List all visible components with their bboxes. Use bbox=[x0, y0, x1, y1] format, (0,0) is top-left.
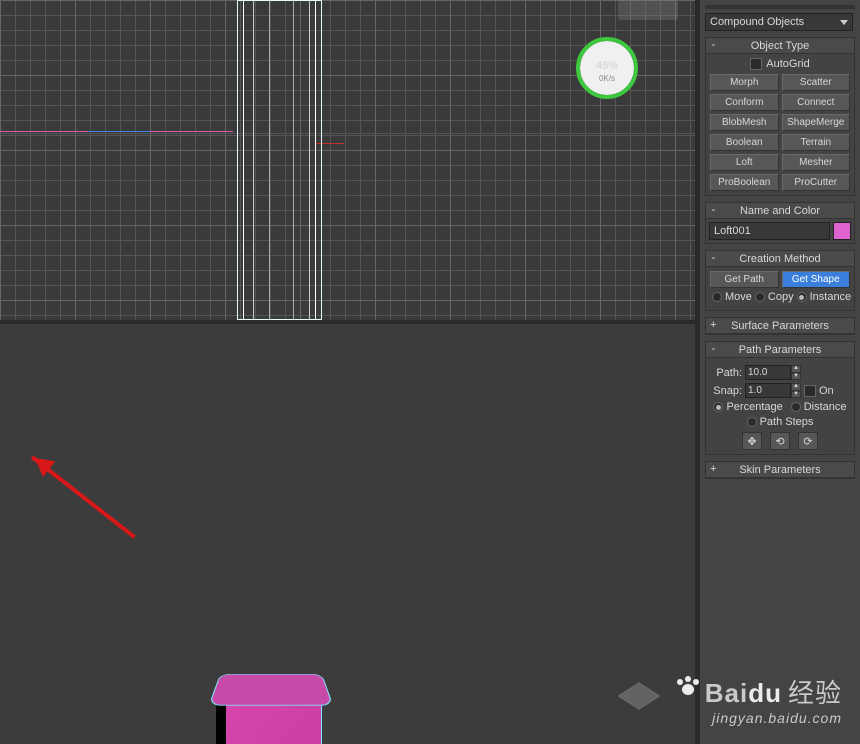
boolean-button[interactable]: Boolean bbox=[710, 134, 779, 151]
collapse-icon: - bbox=[710, 253, 717, 265]
spin-up-icon[interactable]: ▲ bbox=[791, 365, 801, 373]
color-swatch[interactable] bbox=[833, 222, 851, 240]
snap-input[interactable] bbox=[745, 383, 791, 398]
watermark: Baidu经验 jingyan.baidu.com bbox=[675, 673, 842, 726]
gauge-value: 45 bbox=[596, 60, 608, 72]
rollout-creation-method: - Creation Method Get Path Get Shape Mov… bbox=[705, 250, 855, 311]
snap-label: Snap: bbox=[712, 385, 742, 397]
collapse-icon: - bbox=[710, 344, 717, 356]
selection-bracket bbox=[237, 0, 322, 320]
instance-radio[interactable] bbox=[797, 292, 807, 302]
path-spinner[interactable]: ▲▼ bbox=[745, 365, 801, 380]
procutter-button[interactable]: ProCutter bbox=[782, 174, 851, 191]
spin-down-icon[interactable]: ▼ bbox=[791, 391, 801, 399]
paw-icon bbox=[675, 674, 701, 696]
conform-button[interactable]: Conform bbox=[710, 94, 779, 111]
axis-line bbox=[0, 133, 695, 134]
command-panel: Compound Objects - Object Type AutoGrid … bbox=[700, 0, 860, 744]
terrain-button[interactable]: Terrain bbox=[782, 134, 851, 151]
category-dropdown[interactable]: Compound Objects bbox=[705, 13, 853, 31]
viewcube[interactable] bbox=[618, 0, 678, 20]
loft-object-cap bbox=[208, 674, 333, 706]
copy-radio[interactable] bbox=[755, 292, 765, 302]
pick-shape-button[interactable]: ✥ bbox=[742, 432, 762, 450]
scatter-button[interactable]: Scatter bbox=[782, 74, 851, 91]
path-steps-radio[interactable] bbox=[747, 417, 757, 427]
rollout-title: Skin Parameters bbox=[739, 464, 820, 476]
path-label: Path: bbox=[712, 367, 742, 379]
proboolean-button[interactable]: ProBoolean bbox=[710, 174, 779, 191]
gauge-sub: 0K/s bbox=[599, 74, 615, 83]
next-shape-button[interactable]: ⟳ bbox=[798, 432, 818, 450]
get-shape-button[interactable]: Get Shape bbox=[782, 271, 851, 288]
connect-button[interactable]: Connect bbox=[782, 94, 851, 111]
distance-radio[interactable] bbox=[791, 402, 801, 412]
viewport-perspective[interactable] bbox=[0, 320, 695, 744]
rollout-header[interactable]: - Name and Color bbox=[706, 203, 854, 219]
rollout-title: Surface Parameters bbox=[731, 320, 829, 332]
shapemerge-button[interactable]: ShapeMerge bbox=[782, 114, 851, 131]
rollout-title: Creation Method bbox=[739, 253, 820, 265]
rollout-title: Object Type bbox=[751, 40, 810, 52]
move-radio[interactable] bbox=[712, 292, 722, 302]
snap-on-checkbox[interactable] bbox=[804, 385, 816, 397]
viewcube[interactable] bbox=[613, 681, 665, 723]
rollout-path-parameters: - Path Parameters Path: ▲▼ Snap: ▲▼ On bbox=[705, 341, 855, 455]
snap-spinner[interactable]: ▲▼ bbox=[745, 383, 801, 398]
prev-shape-button[interactable]: ⟲ bbox=[770, 432, 790, 450]
rollout-name-color: - Name and Color Loft001 bbox=[705, 202, 855, 244]
on-label: On bbox=[819, 385, 834, 397]
autogrid-checkbox[interactable] bbox=[750, 58, 762, 70]
rollout-header[interactable]: - Object Type bbox=[706, 38, 854, 54]
collapse-icon: - bbox=[710, 205, 717, 217]
rollout-header[interactable]: + Skin Parameters bbox=[706, 462, 854, 478]
rollout-object-type: - Object Type AutoGrid MorphScatterConfo… bbox=[705, 37, 855, 196]
mesher-button[interactable]: Mesher bbox=[782, 154, 851, 171]
expand-icon: + bbox=[710, 320, 717, 332]
path-input[interactable] bbox=[745, 365, 791, 380]
percentage-radio[interactable] bbox=[713, 402, 723, 412]
spin-up-icon[interactable]: ▲ bbox=[791, 383, 801, 391]
watermark-url: jingyan.baidu.com bbox=[675, 710, 842, 726]
rollout-surface-parameters: + Surface Parameters bbox=[705, 317, 855, 335]
get-path-button[interactable]: Get Path bbox=[710, 271, 779, 288]
rollout-header[interactable]: - Creation Method bbox=[706, 251, 854, 267]
autogrid-label: AutoGrid bbox=[766, 58, 809, 70]
collapse-icon: - bbox=[710, 40, 717, 52]
rollout-header[interactable]: - Path Parameters bbox=[706, 342, 854, 358]
spin-down-icon[interactable]: ▼ bbox=[791, 373, 801, 381]
blobmesh-button[interactable]: BlobMesh bbox=[710, 114, 779, 131]
morph-button[interactable]: Morph bbox=[710, 74, 779, 91]
rollout-header[interactable]: + Surface Parameters bbox=[706, 318, 854, 334]
object-name-input[interactable]: Loft001 bbox=[709, 222, 830, 240]
viewport-front[interactable]: 45% 0K/s bbox=[0, 0, 695, 320]
shape-edge-blue bbox=[88, 131, 150, 132]
rollout-title: Name and Color bbox=[740, 205, 820, 217]
chevron-down-icon bbox=[840, 20, 848, 29]
performance-gauge: 45% 0K/s bbox=[576, 37, 638, 99]
rollout-skin-parameters: + Skin Parameters bbox=[705, 461, 855, 479]
loft-button[interactable]: Loft bbox=[710, 154, 779, 171]
dropdown-value: Compound Objects bbox=[710, 16, 804, 28]
expand-icon: + bbox=[710, 464, 717, 476]
rollout-title: Path Parameters bbox=[739, 344, 822, 356]
